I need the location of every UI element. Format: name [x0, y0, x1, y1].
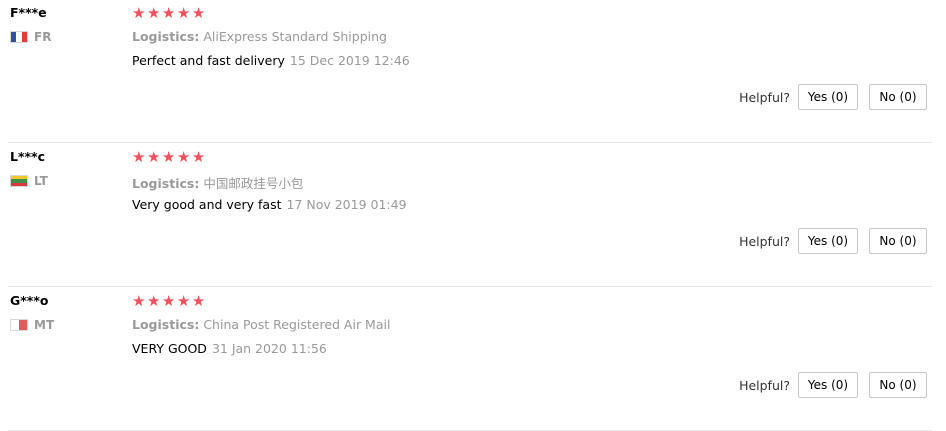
feedback: VERY GOOD 31 Jan 2020 11:56: [132, 341, 327, 356]
star-rating-icon: ★★★★★: [132, 292, 207, 310]
country-code: FR: [34, 30, 52, 44]
star-rating-icon: ★★★★★: [132, 148, 207, 166]
flag-mt-icon: [10, 319, 28, 331]
feedback-time: 17 Nov 2019 01:49: [286, 197, 407, 212]
country-code: LT: [34, 174, 48, 188]
helpful-no-button[interactable]: No (0): [869, 372, 927, 398]
star-rating-icon: ★★★★★: [132, 4, 207, 22]
logistics-label: Logistics:: [132, 29, 200, 44]
logistics-value: 中国邮政挂号小包: [203, 176, 304, 191]
reviewer-country: LT: [10, 174, 48, 188]
feedback-text: Very good and very fast: [132, 197, 282, 212]
review-item: G***o MT ★★★★★ Logistics: China Post Reg…: [0, 288, 946, 431]
helpful-yes-button[interactable]: Yes (0): [798, 372, 858, 398]
logistics-label: Logistics:: [132, 317, 200, 332]
logistics-value: China Post Registered Air Mail: [203, 317, 391, 332]
helpful-yes-button[interactable]: Yes (0): [798, 228, 858, 254]
reviewer-country: FR: [10, 30, 51, 44]
helpful-yes-button[interactable]: Yes (0): [798, 84, 858, 110]
helpful-controls: Helpful? Yes (0) No (0): [739, 84, 927, 110]
logistics-info: Logistics: AliExpress Standard Shipping: [132, 29, 387, 44]
helpful-no-button[interactable]: No (0): [869, 84, 927, 110]
feedback-time: 15 Dec 2019 12:46: [289, 53, 410, 68]
feedback: Very good and very fast 17 Nov 2019 01:49: [132, 197, 407, 212]
feedback: Perfect and fast delivery 15 Dec 2019 12:…: [132, 53, 410, 68]
feedback-time: 31 Jan 2020 11:56: [211, 341, 327, 356]
reviewer-country: MT: [10, 318, 54, 332]
helpful-label: Helpful?: [739, 233, 790, 249]
helpful-controls: Helpful? Yes (0) No (0): [739, 228, 927, 254]
reviewer-name: G***o: [10, 293, 49, 308]
review-divider: [8, 142, 932, 143]
helpful-controls: Helpful? Yes (0) No (0): [739, 372, 927, 398]
country-code: MT: [34, 318, 55, 332]
review-item: L***c LT ★★★★★ Logistics: 中国邮政挂号小包 Very …: [0, 144, 946, 287]
helpful-no-button[interactable]: No (0): [869, 228, 927, 254]
helpful-label: Helpful?: [739, 89, 790, 105]
logistics-value: AliExpress Standard Shipping: [203, 29, 387, 44]
logistics-info: Logistics: 中国邮政挂号小包: [132, 173, 303, 192]
review-item: F***e FR ★★★★★ Logistics: AliExpress Sta…: [0, 0, 946, 143]
reviewer-name: L***c: [10, 149, 45, 164]
flag-lt-icon: [10, 175, 28, 187]
logistics-label: Logistics:: [132, 176, 200, 191]
feedback-text: Perfect and fast delivery: [132, 53, 285, 68]
review-divider: [8, 286, 932, 287]
flag-fr-icon: [10, 31, 28, 43]
reviewer-name: F***e: [10, 5, 47, 20]
logistics-info: Logistics: China Post Registered Air Mai…: [132, 317, 390, 332]
feedback-text: VERY GOOD: [132, 341, 207, 356]
helpful-label: Helpful?: [739, 377, 790, 393]
